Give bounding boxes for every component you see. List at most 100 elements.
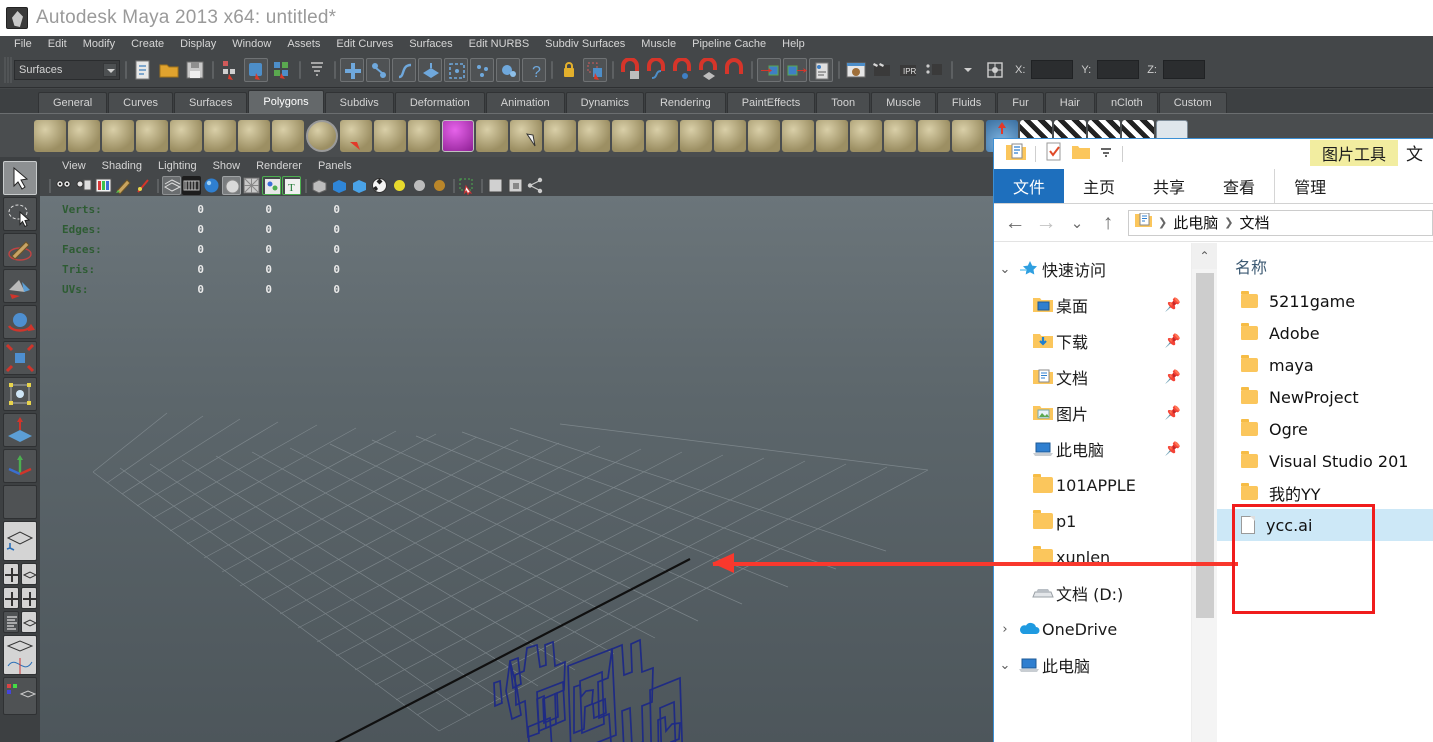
status-line-grip[interactable] <box>4 56 12 83</box>
persp-graph-layout[interactable] <box>3 635 37 675</box>
poly-separate-icon[interactable] <box>578 119 610 152</box>
poly-cube-icon[interactable] <box>68 119 100 152</box>
poly-boolean-icon[interactable] <box>510 119 542 152</box>
viewport-menu-shading[interactable]: Shading <box>94 160 150 172</box>
menu-item-modify[interactable]: Modify <box>75 36 123 52</box>
poly-torus-icon[interactable] <box>204 119 236 152</box>
poly-bevel-icon[interactable] <box>816 119 848 152</box>
ribbon-tab-file[interactable]: 文件 <box>994 169 1065 203</box>
show-manipulator-tool[interactable] <box>3 449 37 483</box>
menu-item-subdiv-surfaces[interactable]: Subdiv Surfaces <box>537 36 633 52</box>
input-connections-icon[interactable] <box>757 57 781 82</box>
ribbon-tab-share[interactable]: 共享 <box>1134 169 1204 203</box>
shelf-tab-polygons[interactable]: Polygons <box>248 90 324 113</box>
highlight-selection-icon[interactable] <box>583 57 607 82</box>
z-coord-input[interactable] <box>1162 60 1205 79</box>
scrollbar-thumb[interactable] <box>1196 273 1214 618</box>
light-brown-icon[interactable] <box>430 176 449 195</box>
list-item[interactable]: Ogre <box>1217 413 1433 445</box>
ribbon-tab-bar[interactable]: 文件 主页 共享 查看 管理 <box>994 169 1433 204</box>
smooth-shade-icon[interactable] <box>202 176 221 195</box>
viewport-panel[interactable]: View Shading Lighting Show Renderer Pane… <box>40 157 993 742</box>
pin-icon[interactable]: 📌 <box>1165 442 1181 457</box>
poly-merge-icon[interactable] <box>646 119 678 152</box>
exposure-icon[interactable] <box>526 176 545 195</box>
wireframe-on-shaded-icon[interactable] <box>242 176 261 195</box>
shelf-tab-subdivs[interactable]: Subdivs <box>324 92 394 113</box>
nav-item-101apple[interactable]: 101APPLE <box>994 467 1191 503</box>
ribbon-tab-home[interactable]: 主页 <box>1064 169 1134 203</box>
selection-center-icon[interactable] <box>983 58 1007 82</box>
outliner-persp-layout[interactable] <box>3 611 19 633</box>
breadcrumb-documents[interactable]: 文档 <box>1239 212 1269 233</box>
new-folder-checkbox-icon[interactable] <box>1045 142 1063 167</box>
nav-item-onedrive[interactable]: › OneDrive <box>994 611 1191 647</box>
hypershade-persp-layout[interactable] <box>3 677 37 715</box>
rotate-tool[interactable] <box>3 305 37 339</box>
viewport-menu-panels[interactable]: Panels <box>310 160 360 172</box>
snap-point-icon[interactable] <box>670 56 694 82</box>
viewport-menu-bar[interactable]: View Shading Lighting Show Renderer Pane… <box>40 157 993 175</box>
menu-item-edit-nurbs[interactable]: Edit NURBS <box>461 36 538 52</box>
three-panes-layout[interactable] <box>21 587 37 609</box>
nav-item-documents-d-drive[interactable]: 文档 (D:) <box>994 575 1191 611</box>
move-tool[interactable] <box>3 269 37 303</box>
poly-cone-icon[interactable] <box>136 119 168 152</box>
documents-properties-icon[interactable] <box>1006 143 1026 166</box>
xray-active-icon[interactable] <box>506 176 525 195</box>
x-coord-input[interactable] <box>1031 60 1074 79</box>
menu-item-muscle[interactable]: Muscle <box>633 36 684 52</box>
shelf-tab-animation[interactable]: Animation <box>485 92 565 113</box>
poly-soccer-ball-icon[interactable] <box>374 119 406 152</box>
mask-surfaces-icon[interactable] <box>418 57 442 82</box>
list-item[interactable]: Visual Studio 201 <box>1217 445 1433 477</box>
lighting-all-icon[interactable] <box>330 176 349 195</box>
menu-item-assets[interactable]: Assets <box>279 36 328 52</box>
back-button[interactable]: ← <box>1004 211 1026 235</box>
list-item[interactable]: Adobe <box>1217 317 1433 349</box>
breadcrumb-this-pc[interactable]: 此电脑 <box>1173 212 1218 233</box>
poly-pyramid-icon[interactable] <box>238 119 270 152</box>
menu-item-file[interactable]: File <box>6 36 40 52</box>
mask-handles-icon[interactable] <box>366 57 390 82</box>
universal-manipulator-tool[interactable] <box>3 377 37 411</box>
poly-quadrangulate-icon[interactable] <box>782 119 814 152</box>
two-panes-stacked-layout[interactable] <box>3 587 19 609</box>
lighting-two-sided-icon[interactable] <box>350 176 369 195</box>
nav-item-quick-access[interactable]: ⌄ 快速访问 <box>994 251 1191 287</box>
nav-item-desktop[interactable]: 桌面 📌 <box>994 287 1191 323</box>
poly-append-icon[interactable] <box>884 119 916 152</box>
menu-item-window[interactable]: Window <box>224 36 279 52</box>
shelf-tab-hair[interactable]: Hair <box>1044 92 1095 113</box>
up-button[interactable]: ↑ <box>1097 211 1119 235</box>
list-item[interactable]: maya <box>1217 349 1433 381</box>
render-settings-icon[interactable] <box>922 58 946 82</box>
pin-icon[interactable]: 📌 <box>1165 334 1181 349</box>
column-header-name[interactable]: 名称 <box>1217 247 1433 285</box>
ribbon-tab-manage[interactable]: 管理 <box>1274 169 1345 203</box>
nav-item-pictures[interactable]: 图片 📌 <box>994 395 1191 431</box>
poly-helix-icon[interactable] <box>340 119 372 152</box>
ipr-render-icon[interactable]: IPR <box>896 58 920 82</box>
filmgate-icon[interactable] <box>182 176 201 195</box>
two-panes-side-layout[interactable] <box>21 563 38 585</box>
mask-curves-icon[interactable] <box>392 57 416 82</box>
wireframe-icon[interactable] <box>162 176 182 195</box>
render-view-icon[interactable] <box>844 58 868 82</box>
customize-qat-icon[interactable] <box>1099 145 1113 164</box>
four-view-layout[interactable] <box>3 563 19 585</box>
poly-triangulate-icon[interactable] <box>748 119 780 152</box>
main-menu-bar[interactable]: File Edit Modify Create Display Window A… <box>0 36 1433 52</box>
list-item[interactable]: NewProject <box>1217 381 1433 413</box>
shelf-tab-bar[interactable]: General Curves Surfaces Polygons Subdivs… <box>0 89 1433 113</box>
pin-icon[interactable]: 📌 <box>1165 298 1181 313</box>
chevron-down-icon[interactable]: ⌄ <box>994 658 1016 673</box>
poly-prism-icon[interactable] <box>272 119 304 152</box>
nav-item-p1[interactable]: p1 <box>994 503 1191 539</box>
address-bar[interactable]: ← → ⌄ ↑ ❯ 此电脑 ❯ 文档 <box>994 204 1433 242</box>
chevron-right-icon[interactable]: › <box>994 622 1016 637</box>
contextual-tab-picture-tools[interactable]: 图片工具 <box>1310 140 1398 166</box>
menu-item-help[interactable]: Help <box>774 36 813 52</box>
shelf-tab-rendering[interactable]: Rendering <box>644 92 726 113</box>
mask-all-icon[interactable] <box>340 57 364 82</box>
